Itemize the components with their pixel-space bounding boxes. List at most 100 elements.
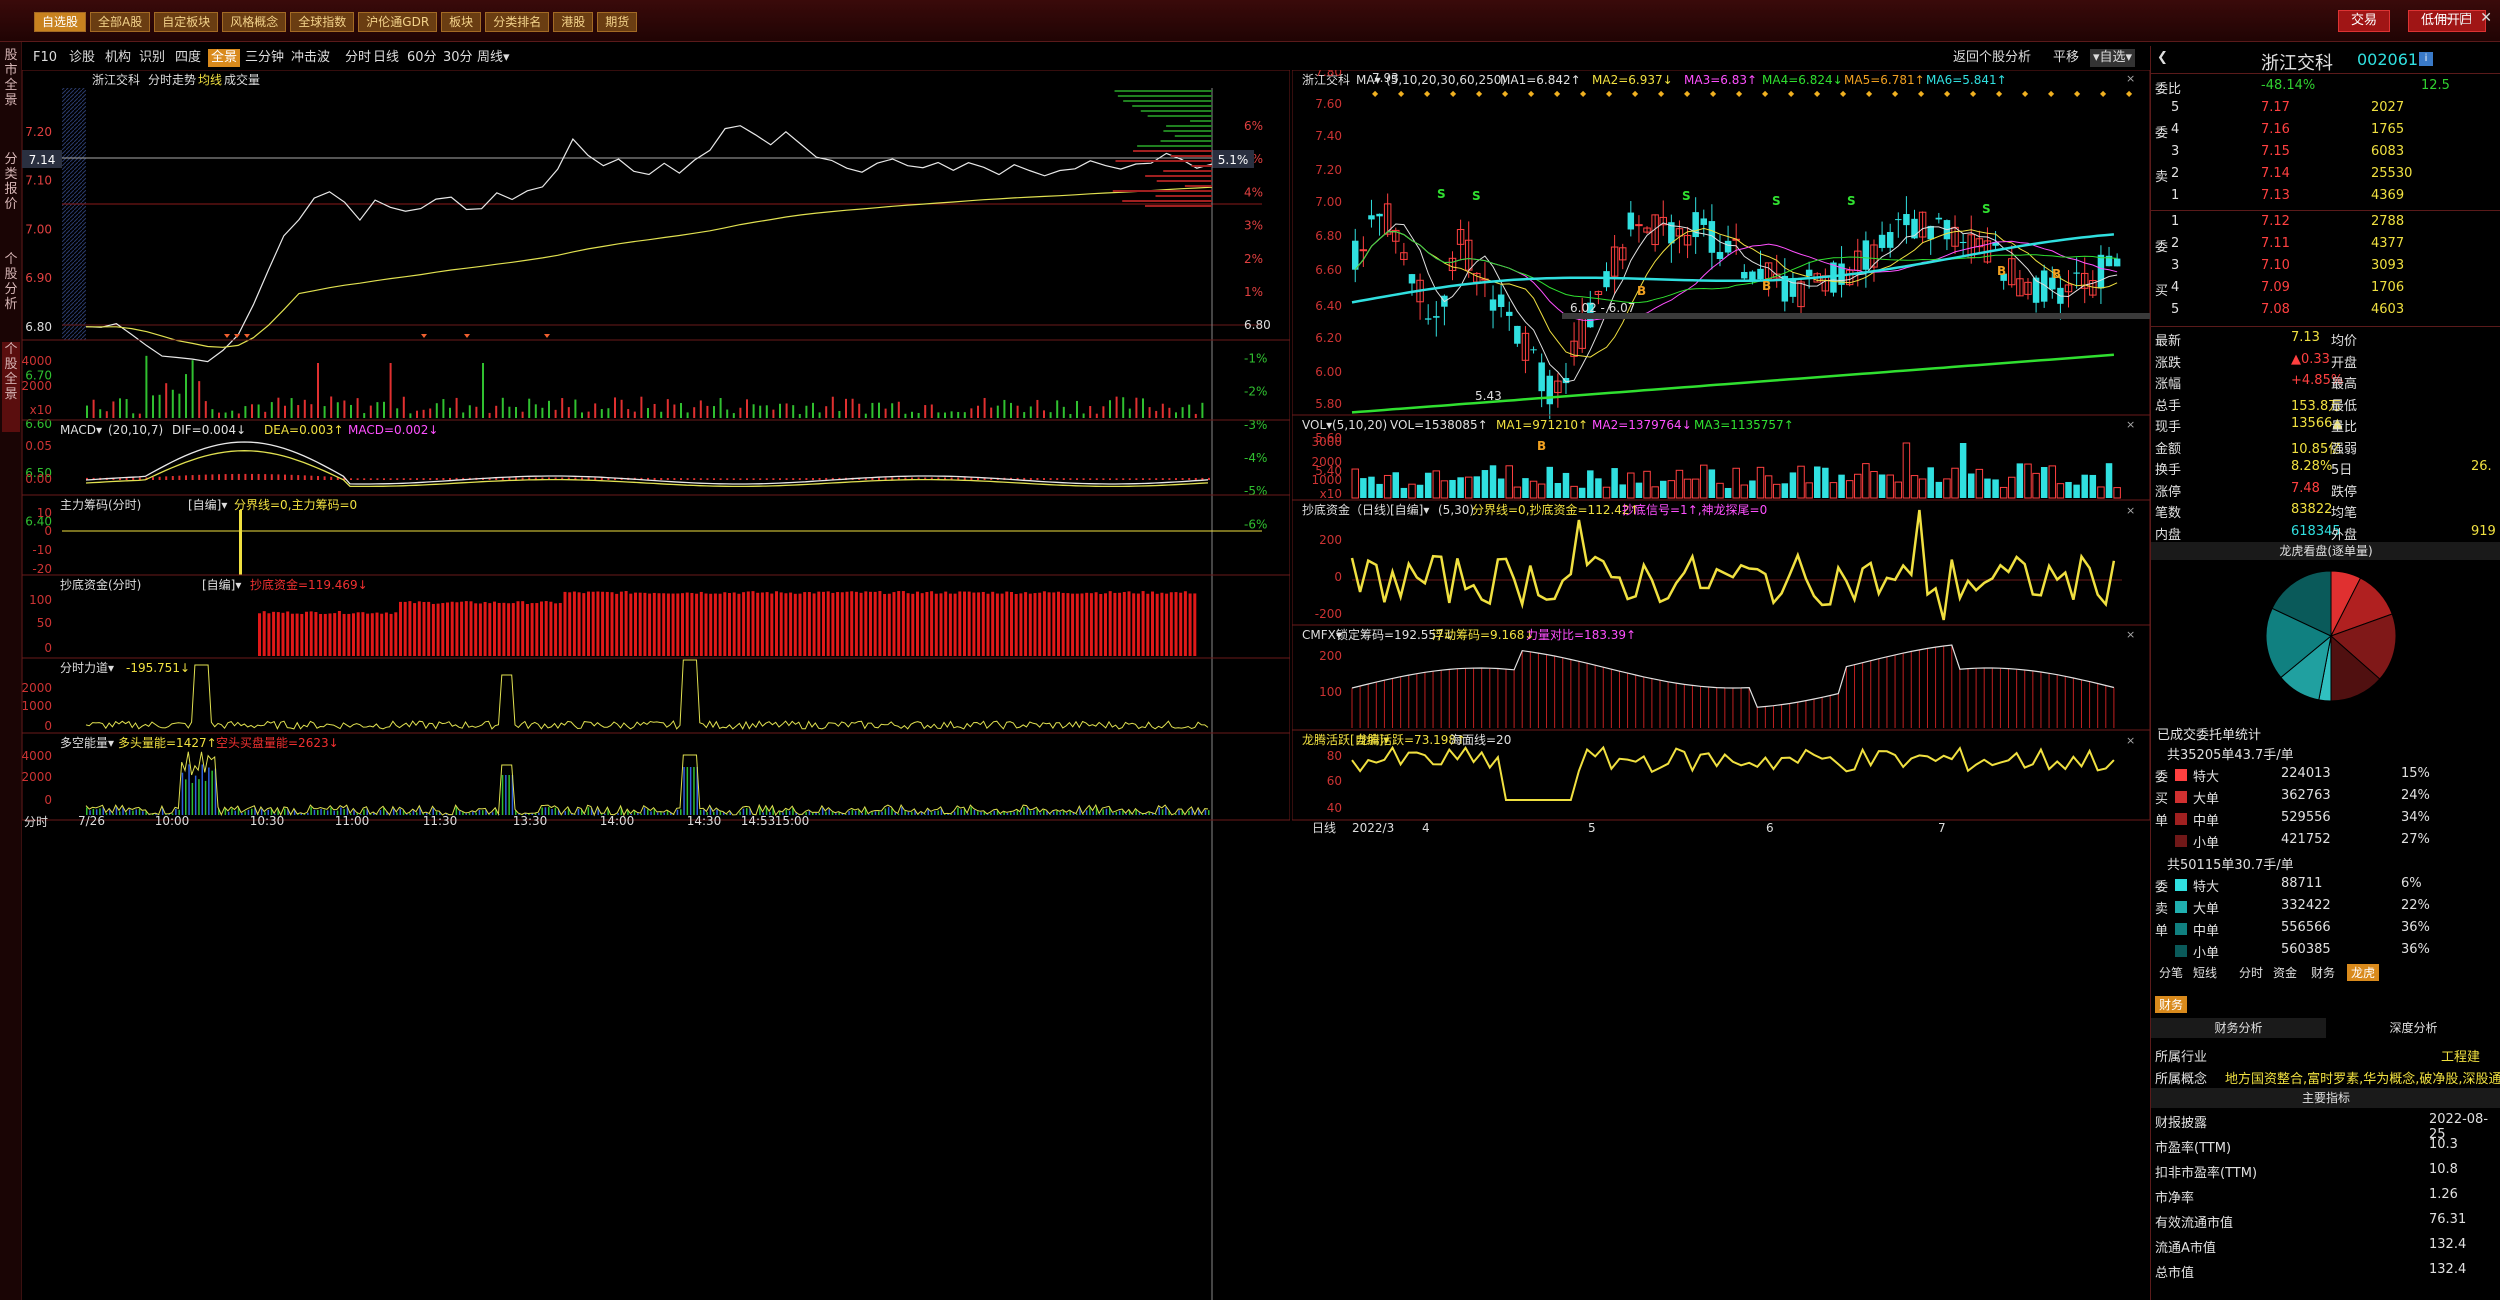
kvol-bar-84 — [2032, 472, 2040, 499]
buy-pct-3: 27% — [2401, 832, 2430, 847]
sell-vol-2: 6083 — [2371, 144, 2405, 159]
view-tab-5[interactable]: 全景 — [208, 49, 241, 67]
fin-value-1: 10.3 — [2429, 1137, 2458, 1152]
sell-vside-0: 委 — [2155, 880, 2169, 895]
macd-bar-89 — [673, 478, 676, 480]
signal-S-9: S — [1982, 202, 1991, 216]
top-btn-6[interactable]: 板块 — [441, 12, 482, 32]
concept-label: 所属概念 — [2155, 1072, 2208, 1087]
view-tab-1[interactable]: 诊股 — [66, 49, 98, 67]
nav-category-quotes[interactable]: 分类报价 — [2, 152, 20, 212]
volbar-151 — [1082, 413, 1085, 418]
view-tab-12[interactable]: 周线▾ — [474, 49, 513, 67]
right-ctrl-2[interactable]: ▾自选▾ — [2090, 49, 2136, 67]
view-tab-10[interactable]: 60分 — [404, 49, 440, 67]
view-tab-9[interactable]: 日线 — [370, 49, 402, 67]
view-tab-6[interactable]: 三分钟 — [242, 49, 287, 67]
volbar-147 — [1056, 400, 1059, 418]
macd-bar-55 — [449, 477, 451, 480]
nav-stock-panorama[interactable]: 个股全景 — [2, 342, 20, 432]
volbar-131 — [950, 411, 953, 418]
cd-bar-19 — [347, 613, 351, 656]
kvol-bar-47 — [1732, 467, 1740, 499]
macd-bar-165 — [1175, 478, 1177, 480]
kvol-bar-93 — [2105, 463, 2113, 498]
kvol-bar-85 — [2040, 467, 2048, 498]
right-ctrl-0[interactable]: 返回个股分析 — [1950, 49, 2034, 67]
top-btn-9[interactable]: 期货 — [597, 12, 638, 32]
dk-bar-123 — [491, 812, 494, 815]
cd-bar-63 — [554, 603, 558, 656]
panel-tab-4[interactable]: 财务 — [2307, 964, 2339, 981]
info-icon[interactable]: i — [2419, 52, 2433, 66]
intraday-subtitle: 分时走势 — [148, 73, 196, 87]
cd-bar-109 — [770, 593, 774, 656]
top-diamond-10: ◆ — [1632, 89, 1639, 98]
dk-bar-6 — [105, 813, 108, 815]
minimize-icon[interactable]: — — [2437, 10, 2451, 26]
dk-bar-268 — [970, 807, 972, 815]
intraday-chart-area[interactable]: 浙江交科 分时走势 均线 成交量7.207.107.006.906.806.706.6… — [22, 70, 1290, 1300]
panel-tab-2[interactable]: 分时 — [2235, 964, 2267, 981]
right-ctrl-1[interactable]: 平移 — [2050, 49, 2082, 67]
volbar-37 — [330, 396, 333, 418]
top-btn-2[interactable]: 自定板块 — [154, 12, 219, 32]
view-tab-3[interactable]: 识别 — [136, 49, 168, 67]
close-icon[interactable]: ✕ — [2480, 10, 2492, 26]
trade-button[interactable]: 交易 — [2338, 10, 2391, 32]
macd-bar-36 — [323, 476, 326, 480]
weibi-label: 委比 — [2155, 82, 2182, 97]
cd-bar-108 — [765, 592, 769, 656]
panel-tab-5[interactable]: 龙虎 — [2347, 964, 2380, 981]
top-diamond-6: ◆ — [1528, 89, 1535, 98]
cd-bar-123 — [836, 592, 840, 656]
buy-vol-2: 3093 — [2371, 258, 2405, 273]
maximize-icon[interactable]: □ — [2459, 10, 2472, 26]
fin-sub-1[interactable]: 深度分析 — [2326, 1018, 2500, 1038]
cd-bar-198 — [1188, 593, 1192, 656]
cd-bar-189 — [1146, 593, 1150, 656]
volbar-54 — [442, 399, 445, 418]
volbar-48 — [402, 396, 405, 418]
sell-swatch-0 — [2175, 879, 2187, 891]
panel-tab-3[interactable]: 资金 — [2269, 964, 2301, 981]
top-btn-4[interactable]: 全球指数 — [290, 12, 355, 32]
view-tab-2[interactable]: 机构 — [102, 49, 134, 67]
top-btn-0[interactable]: 自选股 — [34, 12, 87, 32]
cd-bar-52 — [502, 602, 506, 656]
view-tab-7[interactable]: 冲击波 — [288, 49, 333, 67]
kvol-bar-2 — [1368, 476, 1375, 498]
view-tab-0[interactable]: F10 — [30, 49, 60, 67]
nav-market-overview[interactable]: 股市全景 — [2, 48, 20, 108]
top-btn-5[interactable]: 沪伦通GDR — [358, 12, 438, 32]
panel-tab-1[interactable]: 短线 — [2189, 964, 2221, 981]
fin-sub-0[interactable]: 财务分析 — [2151, 1018, 2326, 1038]
buy-pct-2: 34% — [2401, 810, 2430, 825]
dk-bar-171 — [650, 811, 652, 815]
volbar-89 — [673, 404, 676, 418]
signal-triangle-4 — [464, 334, 470, 338]
top-btn-3[interactable]: 风格概念 — [222, 12, 287, 32]
cd-bar-122 — [831, 592, 835, 656]
back-arrow-icon[interactable]: ❮ — [2157, 50, 2168, 65]
top-btn-1[interactable]: 全部A股 — [90, 12, 151, 32]
dk-bar-184 — [693, 767, 695, 815]
volbar-93 — [699, 400, 702, 418]
volbar-160 — [1142, 398, 1144, 418]
dk-bar-72 — [323, 809, 326, 815]
nav-stock-analysis[interactable]: 个股分析 — [2, 252, 20, 312]
top-btn-7[interactable]: 分类排名 — [485, 12, 550, 32]
dk-bar-120 — [482, 810, 484, 815]
kline-chart-area[interactable]: 浙江交科 MA▾ (5,10,20,30,60,250)MA1=6.842↑ MA2=… — [1292, 70, 2150, 1300]
view-tab-4[interactable]: 四度 — [172, 49, 204, 67]
candle-body-22 — [1530, 349, 1537, 351]
dk-bar-224 — [825, 811, 827, 815]
kvol-bar-32 — [1611, 468, 1618, 498]
view-tab-11[interactable]: 30分 — [440, 49, 476, 67]
top-btn-8[interactable]: 港股 — [553, 12, 594, 32]
dk-bar-313 — [1118, 810, 1121, 815]
panel-tab-0[interactable]: 分笔 — [2155, 964, 2187, 981]
kline-ma3: MA3=6.83↑ — [1684, 73, 1757, 87]
fin-tab-label[interactable]: 财务 — [2155, 996, 2188, 1013]
sell-pct-2: 36% — [2401, 920, 2430, 935]
